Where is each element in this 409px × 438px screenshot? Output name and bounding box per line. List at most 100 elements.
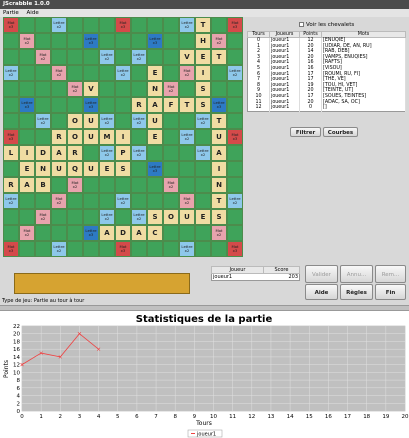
filter-button[interactable]: Filtrer — [290, 127, 321, 137]
board-square[interactable] — [179, 161, 195, 177]
board-square[interactable] — [19, 65, 35, 81]
board-tile[interactable]: T — [211, 113, 227, 129]
board-tile[interactable]: I — [195, 65, 211, 81]
board-square[interactable] — [35, 17, 51, 33]
board-square[interactable] — [131, 33, 147, 49]
board-tile[interactable]: E — [99, 161, 115, 177]
board-square[interactable] — [35, 241, 51, 257]
board-square-premium[interactable]: Mot x2 — [19, 33, 35, 49]
board-square[interactable] — [115, 97, 131, 113]
board-square[interactable] — [83, 209, 99, 225]
board-square-premium[interactable]: Mot x2 — [163, 81, 179, 97]
board-square[interactable] — [35, 97, 51, 113]
board-square[interactable] — [163, 65, 179, 81]
board-square-premium[interactable]: Mot x3 — [3, 129, 19, 145]
board-square[interactable] — [99, 65, 115, 81]
board-square[interactable] — [99, 241, 115, 257]
board-tile[interactable]: E — [147, 129, 163, 145]
board-square[interactable] — [51, 177, 67, 193]
board-tile[interactable]: R — [3, 177, 19, 193]
board-square[interactable] — [115, 209, 131, 225]
board-square-premium[interactable]: Lettre x2 — [115, 65, 131, 81]
board-square[interactable] — [131, 241, 147, 257]
board-tile[interactable]: O — [163, 209, 179, 225]
board-tile[interactable]: D — [35, 145, 51, 161]
board-square-premium[interactable]: Mot x2 — [19, 225, 35, 241]
board-tile[interactable]: I — [19, 145, 35, 161]
board-square-premium[interactable]: Lettre x3 — [211, 97, 227, 113]
board-tile[interactable]: Q — [67, 161, 83, 177]
board-square[interactable] — [211, 17, 227, 33]
board-square-premium[interactable]: Lettre x2 — [195, 113, 211, 129]
board-square[interactable] — [35, 225, 51, 241]
board-square-premium[interactable]: Lettre x3 — [147, 33, 163, 49]
board-square[interactable] — [19, 209, 35, 225]
board-square[interactable] — [195, 241, 211, 257]
board-square[interactable] — [115, 33, 131, 49]
board-square[interactable] — [115, 177, 131, 193]
board-square-premium[interactable]: Mot x2 — [35, 209, 51, 225]
board-square-premium[interactable]: Lettre x2 — [51, 17, 67, 33]
board-square-premium[interactable]: Lettre x3 — [83, 33, 99, 49]
board-square[interactable] — [3, 209, 19, 225]
board-square[interactable] — [195, 193, 211, 209]
board-tile[interactable]: I — [115, 129, 131, 145]
board-square-premium[interactable]: Lettre x2 — [99, 49, 115, 65]
board-square[interactable] — [99, 81, 115, 97]
board-tile[interactable]: U — [179, 209, 195, 225]
board-square-premium[interactable]: Mot x3 — [227, 17, 243, 33]
board-square[interactable] — [19, 129, 35, 145]
board-square-premium[interactable]: Lettre x2 — [179, 241, 195, 257]
board-square[interactable] — [3, 81, 19, 97]
board-square[interactable] — [131, 161, 147, 177]
scrabble-board[interactable]: Mot x3 Lettre x2 Mot x3 Lettre x2 T Mot x3 Mot x2 Let… — [3, 17, 243, 257]
board-square[interactable] — [3, 161, 19, 177]
board-square[interactable] — [83, 145, 99, 161]
menu-partie[interactable]: Partie — [3, 10, 19, 16]
board-tile[interactable]: O — [67, 113, 83, 129]
board-square[interactable] — [147, 193, 163, 209]
board-square-premium[interactable]: Mot x2 — [179, 65, 195, 81]
board-square[interactable] — [115, 81, 131, 97]
board-square-premium[interactable]: Mot x2 — [51, 193, 67, 209]
board-tile[interactable]: O — [67, 129, 83, 145]
board-tile[interactable]: A — [19, 177, 35, 193]
board-square[interactable] — [67, 225, 83, 241]
board-tile[interactable]: A — [211, 145, 227, 161]
board-tile[interactable]: N — [147, 81, 163, 97]
board-square[interactable] — [83, 65, 99, 81]
validate-button[interactable]: Valider — [305, 265, 338, 283]
board-square[interactable] — [83, 241, 99, 257]
board-square[interactable] — [51, 33, 67, 49]
board-square[interactable] — [195, 161, 211, 177]
board-square[interactable] — [3, 33, 19, 49]
help-button[interactable]: Aide — [305, 284, 338, 300]
board-square[interactable] — [19, 193, 35, 209]
board-tile[interactable]: U — [83, 129, 99, 145]
board-square[interactable] — [51, 225, 67, 241]
board-tile[interactable]: A — [147, 97, 163, 113]
board-square[interactable] — [163, 113, 179, 129]
board-square[interactable] — [67, 193, 83, 209]
board-tile[interactable]: S — [195, 81, 211, 97]
board-square[interactable] — [35, 33, 51, 49]
board-tile[interactable]: P — [115, 145, 131, 161]
board-square-premium[interactable]: Mot x3 — [115, 241, 131, 257]
board-square-premium[interactable]: Lettre x2 — [99, 209, 115, 225]
board-square[interactable] — [67, 241, 83, 257]
board-square-premium[interactable]: Lettre x2 — [115, 193, 131, 209]
board-square-premium[interactable]: Lettre x3 — [147, 161, 163, 177]
board-square[interactable] — [51, 97, 67, 113]
board-tile[interactable]: T — [179, 97, 195, 113]
board-square[interactable] — [3, 49, 19, 65]
board-square[interactable] — [99, 177, 115, 193]
board-square[interactable] — [67, 65, 83, 81]
board-square[interactable] — [35, 65, 51, 81]
board-square[interactable] — [35, 193, 51, 209]
board-square-premium[interactable]: Lettre x3 — [83, 97, 99, 113]
board-square[interactable] — [227, 225, 243, 241]
board-tile[interactable]: S — [115, 161, 131, 177]
board-square-premium[interactable]: Mot x2 — [51, 65, 67, 81]
board-tile[interactable]: A — [99, 225, 115, 241]
board-square-premium[interactable]: Mot x2 — [211, 225, 227, 241]
